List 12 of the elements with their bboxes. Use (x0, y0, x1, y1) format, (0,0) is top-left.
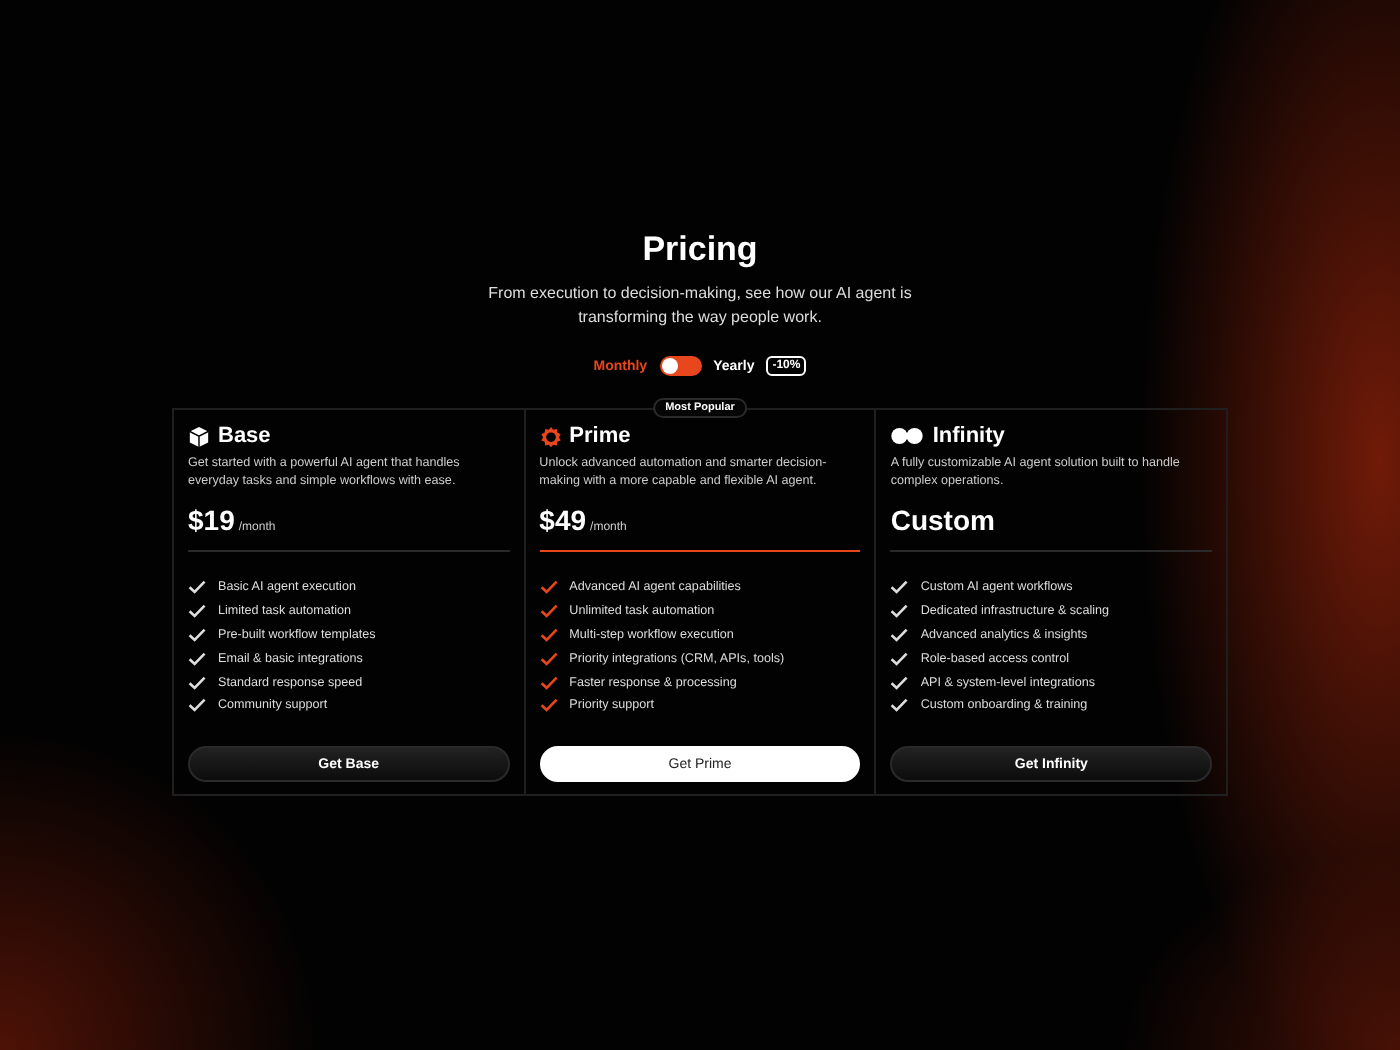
plan-price: $49 (539, 504, 587, 536)
subtitle: From execution to decision-making, see how our AI agent is transforming the way people work. (488, 282, 912, 330)
plan-price: $19 (188, 504, 235, 536)
plan-name: Infinity (932, 424, 1005, 448)
billing-toggle[interactable] (659, 356, 702, 376)
page-title: Pricing (642, 228, 758, 272)
plan-name: Base (218, 424, 271, 448)
plan-price: Custom (890, 504, 995, 536)
gear-icon (539, 425, 562, 447)
plan-name: Prime (569, 424, 631, 448)
two-circles-icon (890, 426, 925, 446)
cube-icon (188, 425, 210, 447)
